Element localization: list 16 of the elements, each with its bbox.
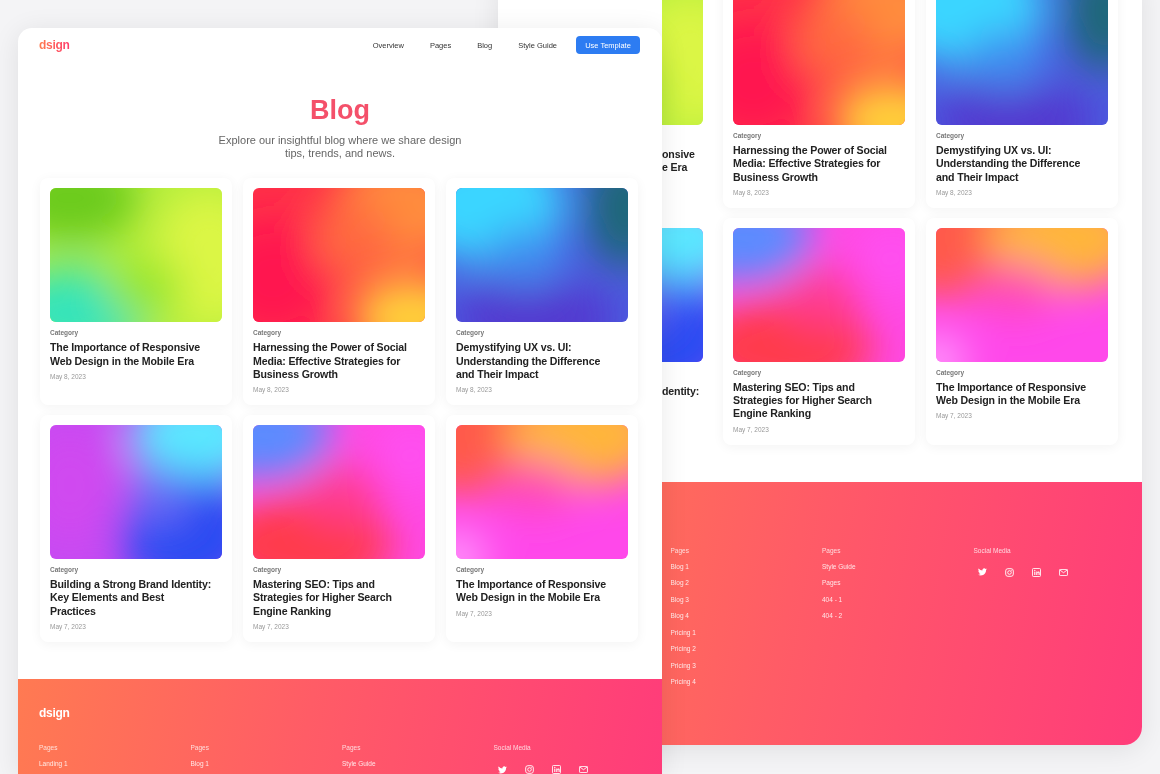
footer-logo[interactable]: dsign — [39, 706, 70, 720]
logo[interactable]: dsign — [39, 38, 70, 53]
post-title: The Importance of Responsive Web Design in the Mobile Era — [936, 380, 1088, 408]
post-title: Harnessing the Power of Social Media: Effective Strategies for Business Growth — [733, 144, 888, 184]
post-title: Demystifying UX vs. UI: Understanding the Difference and Their Impact — [936, 144, 1082, 184]
post-title: dentity: — [662, 384, 701, 399]
post-title: Harnessing the Power of Social Media: Effective Strategies for Business Growth — [253, 341, 408, 382]
post-title: Mastering SEO: Tips and Strategies for Higher Search Engine Ranking — [253, 578, 393, 618]
post-title: onsive e Era — [662, 148, 696, 175]
post-title: The Importance of Responsive Web Design in the Mobile Era — [50, 341, 202, 368]
post-title: Mastering SEO: Tips and Strategies for Higher Search Engine Ranking — [733, 380, 873, 421]
page-subtitle: Explore our insightful blog where we share design tips, trends, and news. — [217, 134, 463, 161]
post-title: Demystifying UX vs. UI: Understanding the Difference and Their Impact — [456, 341, 602, 382]
post-title: Building a Strong Brand Identity: Key Elements and Best Practices — [50, 578, 212, 618]
page-title: Blog — [310, 94, 370, 127]
post-title: The Importance of Responsive Web Design in the Mobile Era — [456, 578, 608, 605]
